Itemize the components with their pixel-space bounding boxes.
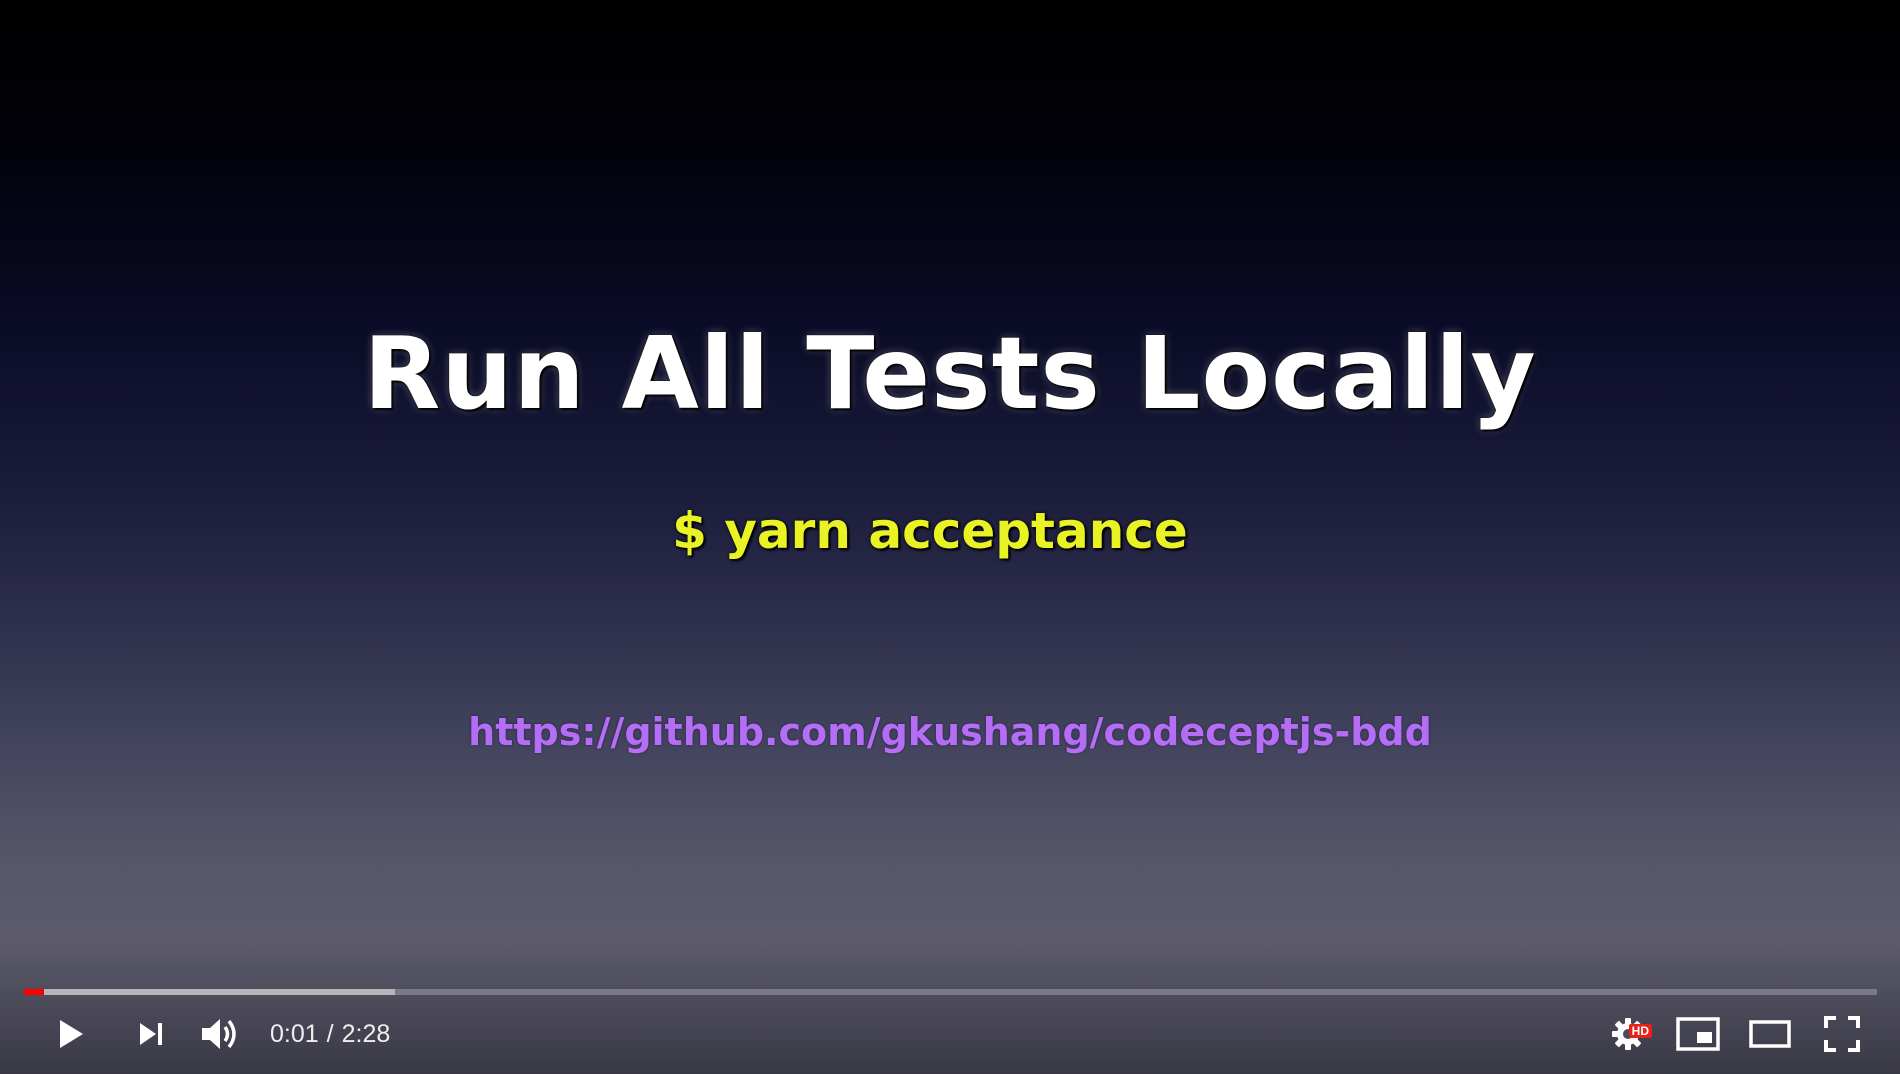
miniplayer-icon: [1675, 1016, 1721, 1052]
next-icon: [136, 1019, 166, 1049]
control-bar: 0:01 / 2:28 HD: [0, 1006, 1900, 1062]
time-separator: /: [326, 1019, 334, 1048]
slide-title: Run All Tests Locally: [363, 315, 1537, 432]
slide-command: $ yarn acceptance: [672, 502, 1188, 560]
play-button[interactable]: [40, 1006, 100, 1062]
video-player[interactable]: Run All Tests Locally $ yarn acceptance …: [0, 0, 1900, 1074]
video-frame[interactable]: Run All Tests Locally $ yarn acceptance …: [0, 0, 1900, 1074]
progress-played: [24, 989, 45, 995]
time-display: 0:01 / 2:28: [270, 1006, 390, 1062]
volume-icon: [199, 1014, 243, 1054]
progress-bar[interactable]: [24, 989, 1877, 995]
play-icon: [53, 1017, 87, 1051]
slide-link: https://github.com/gkushang/codeceptjs-b…: [468, 710, 1432, 754]
gear-icon: HD: [1610, 1016, 1652, 1052]
duration: 2:28: [341, 1019, 391, 1048]
fullscreen-icon: [1823, 1015, 1861, 1053]
theater-icon: [1748, 1018, 1792, 1050]
hd-badge: HD: [1628, 1024, 1652, 1038]
next-button[interactable]: [121, 1006, 181, 1062]
theater-mode-button[interactable]: [1740, 1006, 1800, 1062]
fullscreen-button[interactable]: [1812, 1006, 1872, 1062]
settings-button[interactable]: HD: [1598, 1006, 1658, 1062]
volume-button[interactable]: [191, 1006, 251, 1062]
current-time: 0:01: [270, 1019, 319, 1048]
miniplayer-button[interactable]: [1668, 1006, 1728, 1062]
progress-buffered: [24, 989, 395, 995]
